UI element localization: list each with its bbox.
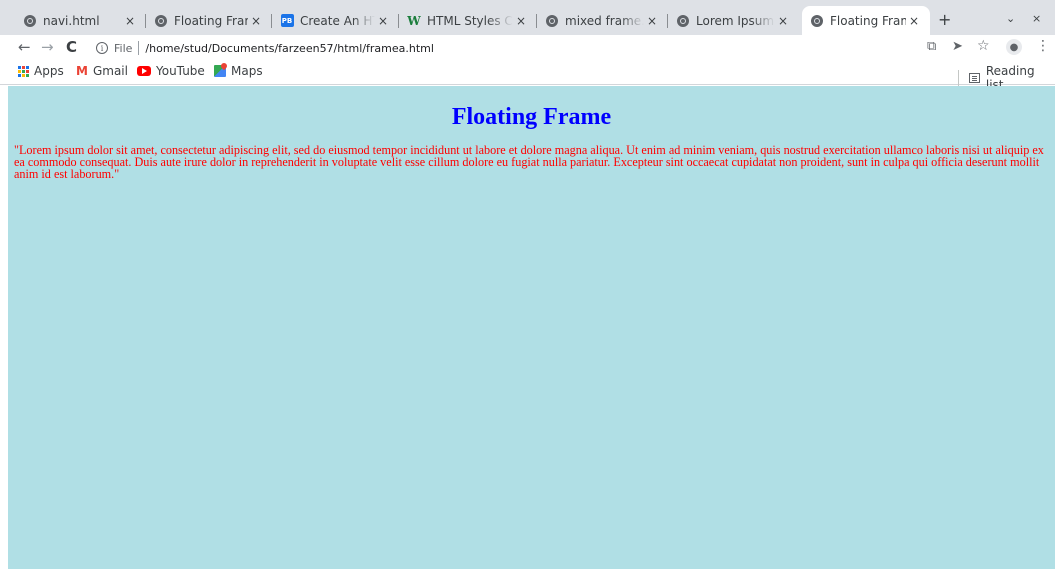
gmail-icon: M (76, 64, 88, 78)
tab-navi[interactable]: navi.html × (15, 6, 146, 35)
bookmark-gmail[interactable]: M Gmail (76, 64, 128, 78)
tab-title: Floating Frame (174, 13, 248, 28)
star-icon[interactable]: ☆ (977, 38, 990, 54)
bookmark-label: Gmail (92, 64, 128, 78)
page-left-margin (0, 86, 8, 569)
bookmark-apps[interactable]: Apps (18, 64, 64, 78)
globe-icon (154, 14, 168, 28)
profile-avatar-icon[interactable]: ● (1006, 39, 1022, 55)
tab-close-icon[interactable]: × (513, 14, 529, 28)
forward-icon[interactable]: → (41, 38, 54, 56)
tab-floating-frame-active[interactable]: Floating Frame × (802, 6, 930, 35)
page-title: Floating Frame (451, 104, 612, 130)
tab-title: HTML Styles CS (427, 13, 513, 28)
bookmark-youtube[interactable]: YouTube (137, 64, 205, 78)
maps-icon (214, 65, 226, 77)
bookmark-divider (958, 70, 959, 86)
tab-close-icon[interactable]: × (775, 14, 791, 28)
apps-grid-icon (18, 65, 29, 77)
tab-close-icon[interactable]: × (248, 14, 264, 28)
bookmark-label: Maps (231, 64, 263, 78)
reading-list-icon (968, 73, 980, 83)
info-icon[interactable]: i (96, 42, 108, 54)
pb-icon: PB (280, 14, 294, 28)
tab-close-icon[interactable]: × (122, 14, 138, 28)
back-icon[interactable]: ← (18, 38, 31, 56)
tab-floating-frame-1[interactable]: Floating Frame × (146, 6, 272, 35)
translate-icon[interactable]: ⧉ (927, 39, 936, 54)
tab-close-icon[interactable]: × (906, 14, 922, 28)
tab-title: mixed frame.ht (565, 13, 644, 28)
globe-icon (545, 14, 559, 28)
youtube-icon (137, 66, 151, 76)
page-content: Floating Frame "Lorem ipsum dolor sit am… (8, 86, 1055, 569)
w3-icon: W (407, 13, 421, 28)
menu-icon[interactable]: ⋮ (1036, 38, 1050, 54)
tab-close-icon[interactable]: × (644, 14, 660, 28)
window-close-icon[interactable]: × (1032, 12, 1041, 25)
bookmark-maps[interactable]: Maps (214, 64, 263, 78)
bookmark-label: Apps (34, 64, 64, 78)
bookmarks-bar: Apps M Gmail YouTube Maps Reading list (0, 59, 1055, 92)
url-text[interactable]: /home/stud/Documents/farzeen57/html/fram… (145, 42, 434, 55)
tab-title: Floating Frame (830, 13, 906, 28)
reload-icon[interactable]: C (66, 38, 77, 56)
bookmark-label: YouTube (156, 64, 205, 78)
tab-mixed-frame[interactable]: mixed frame.ht × (537, 6, 668, 35)
new-tab-button[interactable]: + (938, 10, 951, 29)
tab-html-styles[interactable]: W HTML Styles CS × (399, 6, 537, 35)
tab-lorem-ipsum[interactable]: Lorem Ipsum - A × (668, 6, 799, 35)
tab-strip: navi.html × Floating Frame × PB Create A… (0, 0, 1055, 35)
send-icon[interactable]: ➤ (952, 39, 963, 54)
scheme-label: File (114, 41, 133, 55)
lorem-paragraph: "Lorem ipsum dolor sit amet, consectetur… (14, 143, 1044, 181)
address-bar[interactable]: i File /home/stud/Documents/farzeen57/ht… (96, 39, 434, 57)
address-divider (138, 41, 140, 55)
browser-toolbar: ← → C i File /home/stud/Documents/farzee… (0, 35, 1055, 59)
tab-search-icon[interactable]: ⌄ (1006, 12, 1015, 25)
globe-icon (23, 14, 37, 28)
tab-close-icon[interactable]: × (375, 14, 391, 28)
tab-title: Create An HTML (300, 13, 375, 28)
tab-title: navi.html (43, 13, 100, 28)
tab-create-html[interactable]: PB Create An HTML × (272, 6, 399, 35)
globe-icon (810, 14, 824, 28)
globe-icon (676, 14, 690, 28)
tab-title: Lorem Ipsum - A (696, 13, 775, 28)
